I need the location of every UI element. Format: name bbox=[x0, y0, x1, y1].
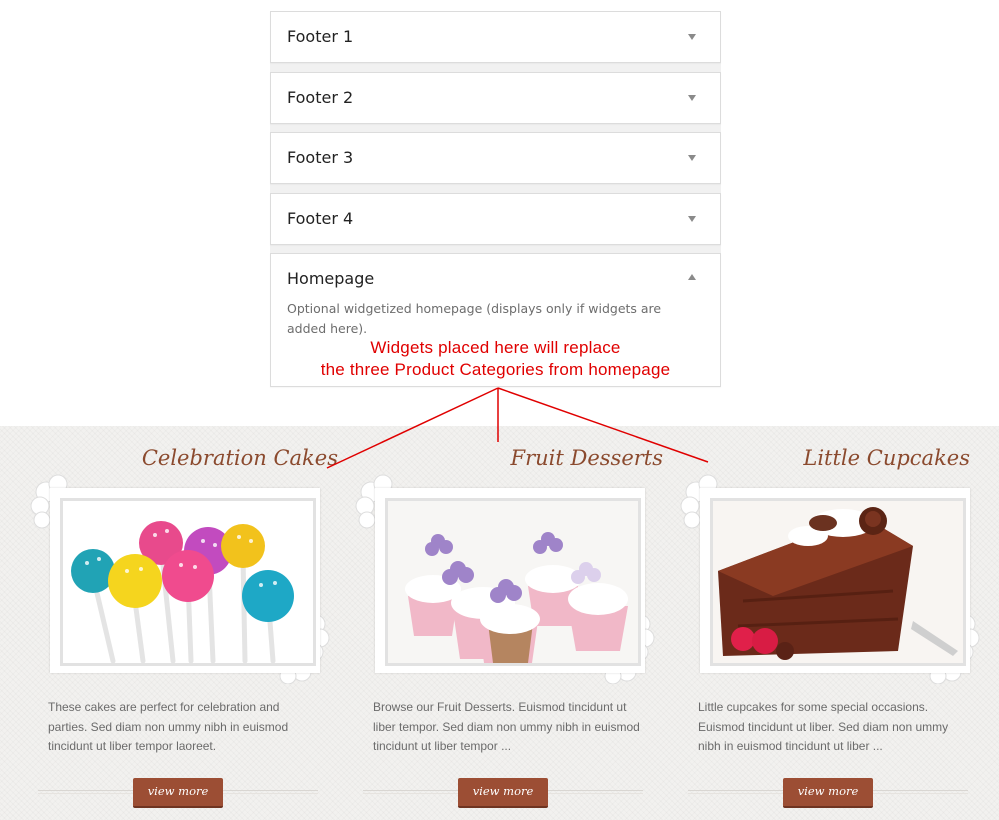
view-more-button[interactable]: view more bbox=[783, 778, 873, 808]
widget-area-footer-4[interactable]: Footer 4 bbox=[270, 193, 721, 245]
widget-area-title: Homepage bbox=[287, 269, 375, 288]
widget-area-title: Footer 4 bbox=[287, 209, 354, 228]
category-card-little-cupcakes: Little Cupcakes Little cupcakes for some… bbox=[680, 426, 980, 820]
chevron-down-icon[interactable] bbox=[688, 95, 696, 101]
photo-frame bbox=[375, 488, 645, 673]
annotation-line-2: the three Product Categories from homepa… bbox=[320, 360, 671, 379]
widget-area-description: Optional widgetized homepage (displays o… bbox=[287, 301, 662, 336]
widget-area-footer-2[interactable]: Footer 2 bbox=[270, 72, 721, 124]
photo-frame bbox=[700, 488, 970, 673]
widget-area-footer-3[interactable]: Footer 3 bbox=[270, 132, 721, 184]
widget-area-homepage[interactable]: Homepage Optional widgetized homepage (d… bbox=[270, 253, 721, 387]
view-more-button[interactable]: view more bbox=[133, 778, 223, 808]
cake-pops-image[interactable] bbox=[60, 498, 316, 666]
category-card-celebration-cakes: Celebration Cakes These cakes are perfec… bbox=[30, 426, 338, 820]
widget-area-footer-1[interactable]: Footer 1 bbox=[270, 11, 721, 63]
annotation-line-1: Widgets placed here will replace bbox=[370, 338, 621, 357]
category-description: Browse our Fruit Desserts. Euismod tinci… bbox=[373, 700, 640, 753]
homepage-preview: Celebration Cakes These cakes are perfec… bbox=[0, 426, 999, 820]
category-card-fruit-desserts: Fruit Desserts Browse our Fruit Desserts… bbox=[355, 426, 663, 820]
widget-area-title: Footer 3 bbox=[287, 148, 354, 167]
image-frame bbox=[355, 474, 655, 684]
category-title[interactable]: Little Cupcakes bbox=[803, 446, 970, 470]
chevron-down-icon[interactable] bbox=[688, 155, 696, 161]
category-description: These cakes are perfect for celebration … bbox=[48, 700, 289, 753]
chevron-up-icon[interactable] bbox=[688, 274, 696, 280]
chevron-down-icon[interactable] bbox=[688, 34, 696, 40]
category-description: Little cupcakes for some special occasio… bbox=[698, 700, 949, 753]
image-frame bbox=[680, 474, 980, 684]
category-title[interactable]: Fruit Desserts bbox=[511, 446, 663, 470]
photo-frame bbox=[50, 488, 320, 673]
chevron-down-icon[interactable] bbox=[688, 216, 696, 222]
widget-area-title: Footer 1 bbox=[287, 27, 354, 46]
widget-area-title: Footer 2 bbox=[287, 88, 354, 107]
view-more-button[interactable]: view more bbox=[458, 778, 548, 808]
chocolate-cake-image[interactable] bbox=[710, 498, 966, 666]
cupcakes-image[interactable] bbox=[385, 498, 641, 666]
widget-areas-panel: Footer 1 Footer 2 Footer 3 Footer 4 Home… bbox=[270, 11, 721, 387]
category-title[interactable]: Celebration Cakes bbox=[142, 446, 338, 470]
image-frame bbox=[30, 474, 330, 684]
